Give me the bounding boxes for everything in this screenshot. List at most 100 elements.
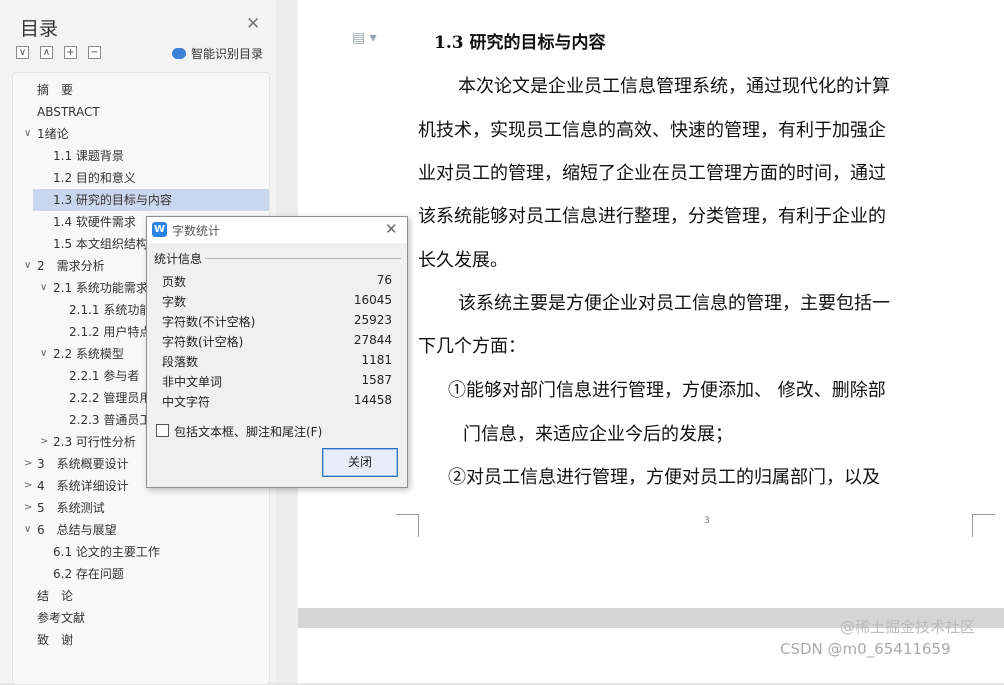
toc-item-label: 1.4 软硬件需求: [53, 215, 136, 229]
toc-item[interactable]: 1.4 软硬件需求: [53, 211, 136, 233]
stat-value: 25923: [353, 313, 392, 327]
document-text-line: 机技术，实现员工信息的高效、快速的管理，有利于加强企: [418, 120, 886, 141]
toc-item[interactable]: 6.1 论文的主要工作: [53, 541, 160, 563]
chevron-down-icon[interactable]: ∨: [24, 123, 31, 145]
word-count-dialog: W 字数统计 ✕ 统计信息 页数 76 字数 16045 字符数(不计空格) 25923 字…: [146, 216, 408, 488]
toc-item-label: 1.5 本文组织结构: [53, 237, 148, 251]
include-textbox-label[interactable]: 包括文本框、脚注和尾注(F): [174, 423, 322, 440]
toc-item-label: 2.1 系统功能需求: [53, 281, 148, 295]
toc-item[interactable]: >2.3 可行性分析: [40, 431, 136, 453]
chevron-right-icon[interactable]: >: [40, 431, 48, 453]
toc-item[interactable]: 1.5 本文组织结构: [53, 233, 148, 255]
chevron-down-icon[interactable]: ∨: [24, 255, 31, 277]
add-heading-icon[interactable]: +: [64, 46, 77, 59]
document-text-line: 该系统主要是方便企业对员工信息的管理，主要包括一: [458, 293, 890, 314]
toc-item[interactable]: ∨ 2 需求分析: [24, 255, 105, 277]
toc-item-label: 6.2 存在问题: [53, 567, 124, 581]
doc-options-icon[interactable]: ▤ ▾: [352, 30, 377, 46]
toc-item[interactable]: 1.2 目的和意义: [53, 167, 136, 189]
close-button[interactable]: 关闭: [322, 448, 398, 477]
toc-item-label: 5 系统测试: [37, 501, 105, 515]
toc-item[interactable]: ABSTRACT: [37, 101, 100, 123]
stat-label: 段落数: [162, 355, 199, 369]
chevron-down-icon[interactable]: ∨: [40, 277, 47, 299]
crop-mark-right: [972, 514, 995, 537]
toc-item[interactable]: ∨ 1绪论: [24, 123, 69, 145]
dialog-title: 字数统计: [172, 224, 221, 238]
toc-item[interactable]: ∨ 6 总结与展望: [24, 519, 117, 541]
stat-value: 1181: [361, 353, 392, 367]
smart-toc-button[interactable]: 智能识别目录: [172, 45, 263, 62]
stat-value: 27844: [353, 333, 392, 347]
toc-item-label: 2 需求分析: [37, 259, 105, 273]
toc-item-label: 1绪论: [37, 127, 69, 141]
toc-item[interactable]: ∨ 2.1 系统功能需求: [40, 277, 148, 299]
chevron-down-icon[interactable]: ∨: [24, 519, 31, 541]
document-text-line: ②对员工信息进行管理，方便对员工的归属部门，以及: [448, 467, 880, 488]
toc-item[interactable]: 1.3 研究的目标与内容: [33, 189, 269, 211]
toc-item-label: 参考文献: [37, 611, 86, 625]
stat-value: 1587: [361, 373, 392, 387]
toc-item-label: 致 谢: [37, 633, 74, 647]
sidebar-title: 目录: [20, 18, 59, 40]
collapse-all-icon[interactable]: ∨: [16, 46, 29, 59]
toc-item[interactable]: 参考文献: [37, 607, 85, 629]
toc-item-label: 4 系统详细设计: [37, 479, 129, 493]
wps-logo-icon: W: [152, 222, 167, 237]
toc-item[interactable]: 2.2.1 参与者: [69, 365, 139, 387]
stat-label: 中文字符: [162, 395, 211, 409]
document-text-line: 下几个方面：: [418, 336, 526, 357]
document-text-line: 业对员工的管理，缩短了企业在员工管理方面的时间，通过: [418, 163, 886, 184]
toc-item[interactable]: 摘 要: [37, 79, 73, 101]
watermark-juejin: @稀土掘金技术社区: [840, 618, 976, 636]
crop-mark-left: [396, 514, 419, 537]
toc-item-label: 2.2.2 管理员用: [69, 391, 152, 405]
toc-item-label: 结 论: [37, 589, 74, 603]
stat-value: 76: [376, 273, 392, 287]
toc-item[interactable]: 结 论: [37, 585, 73, 607]
stat-value: 14458: [353, 393, 392, 407]
toc-item[interactable]: 致 谢: [37, 629, 73, 651]
sidebar-close-icon[interactable]: ✕: [246, 16, 260, 33]
chevron-right-icon[interactable]: >: [24, 475, 32, 497]
stat-label: 字符数(不计空格): [162, 315, 256, 329]
remove-heading-icon[interactable]: −: [88, 46, 101, 59]
group-divider: [205, 258, 401, 259]
document-text-line: 门信息，来适应企业今后的发展；: [463, 424, 733, 445]
toc-item[interactable]: 6.2 存在问题: [53, 563, 124, 585]
toc-item-label: 2.2 系统模型: [53, 347, 124, 361]
toc-item[interactable]: 2.1.1 系统功能: [69, 299, 151, 321]
stat-label: 页数: [162, 275, 187, 289]
toc-item[interactable]: 2.1.2 用户特点: [69, 321, 151, 343]
document-text-line: ①能够对部门信息进行管理，方便添加、 修改、删除部: [448, 380, 886, 401]
cloud-icon: [172, 48, 186, 59]
smart-toc-label: 智能识别目录: [191, 47, 264, 61]
toc-item[interactable]: >4 系统详细设计: [24, 475, 129, 497]
toc-item-label: 1.2 目的和意义: [53, 171, 136, 185]
toc-item[interactable]: >3 系统概要设计: [24, 453, 129, 475]
toc-item-label: 6 总结与展望: [37, 523, 117, 537]
dialog-close-icon[interactable]: ✕: [385, 220, 398, 238]
page-number: 3: [704, 516, 710, 526]
chevron-down-icon[interactable]: ∨: [40, 343, 47, 365]
toc-item-label: 1.1 课题背景: [53, 149, 124, 163]
chevron-right-icon[interactable]: >: [24, 497, 32, 519]
dialog-titlebar[interactable]: W 字数统计 ✕: [147, 217, 407, 243]
toc-item-label: ABSTRACT: [37, 105, 100, 119]
toc-item[interactable]: ∨ 2.2 系统模型: [40, 343, 124, 365]
toc-item[interactable]: >5 系统测试: [24, 497, 105, 519]
toc-item-label: 2.1.2 用户特点: [69, 325, 152, 339]
include-textbox-checkbox[interactable]: [156, 424, 169, 437]
stat-value: 16045: [353, 293, 392, 307]
toc-item-label: 1.3 研究的目标与内容: [53, 193, 172, 207]
toc-item-label: 2.1.1 系统功能: [69, 303, 152, 317]
stat-label: 字数: [162, 295, 187, 309]
expand-up-icon[interactable]: ∧: [40, 46, 53, 59]
stat-label: 非中文单词: [162, 375, 223, 389]
document-text-line: 该系统能够对员工信息进行整理，分类管理，有利于企业的: [418, 206, 886, 227]
toc-item[interactable]: 2.2.3 普通员工: [69, 409, 151, 431]
section-heading: 1.3 研究的目标与内容: [434, 33, 606, 53]
chevron-right-icon[interactable]: >: [24, 453, 32, 475]
toc-item[interactable]: 1.1 课题背景: [53, 145, 124, 167]
toc-item[interactable]: 2.2.2 管理员用: [69, 387, 151, 409]
